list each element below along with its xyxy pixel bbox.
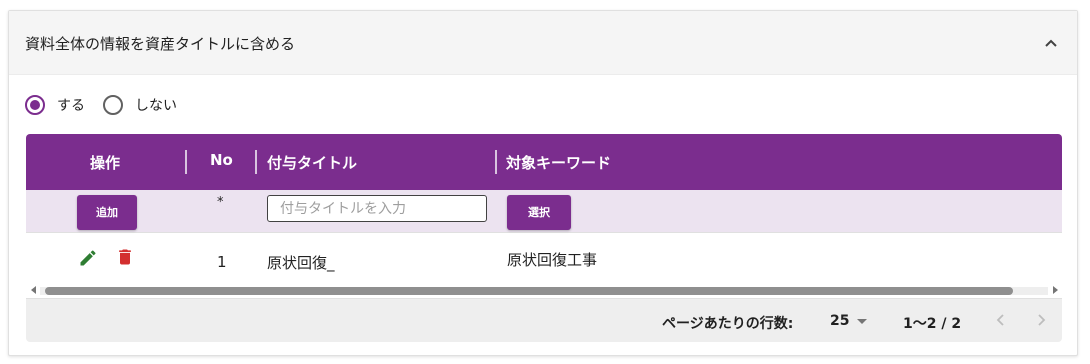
row-number: 1	[217, 253, 227, 271]
radio-option-yes[interactable]: する	[25, 95, 85, 115]
radio-unchecked-icon[interactable]	[103, 95, 123, 115]
rows-per-page-label: ページあたりの行数:	[662, 316, 794, 332]
column-header-title: 付与タイトル	[267, 154, 358, 172]
radio-checked-icon[interactable]	[25, 95, 45, 115]
scroll-left-arrow-icon[interactable]	[31, 286, 36, 294]
panel-title: 資料全体の情報を資産タイトルに含める	[25, 35, 296, 53]
table-header: 操作 No 付与タイトル 対象キーワード	[26, 134, 1062, 190]
column-divider[interactable]	[185, 150, 187, 174]
delete-icon[interactable]	[115, 247, 135, 267]
settings-panel: 資料全体の情報を資産タイトルに含める する しない 操作 No 付与タイトル 対…	[8, 10, 1078, 356]
radio-option-no[interactable]: しない	[103, 95, 177, 115]
panel-header[interactable]: 資料全体の情報を資産タイトルに含める	[9, 11, 1077, 75]
chevron-up-icon[interactable]	[1043, 35, 1059, 51]
scroll-thumb[interactable]	[45, 287, 1013, 295]
scroll-right-arrow-icon[interactable]	[1053, 286, 1058, 294]
column-divider[interactable]	[255, 150, 257, 174]
next-page-icon[interactable]	[1032, 311, 1050, 329]
pagination-range: 1〜2 / 2	[903, 316, 962, 332]
edit-icon[interactable]	[78, 248, 98, 268]
radio-label-no: しない	[135, 98, 177, 114]
title-rules-table: 操作 No 付与タイトル 対象キーワード 追加 * 選択 1 原状回復_ 原状回…	[26, 134, 1062, 342]
column-divider[interactable]	[495, 150, 497, 174]
dropdown-caret-icon	[857, 318, 868, 324]
column-header-no: No	[210, 151, 233, 169]
horizontal-scrollbar[interactable]	[26, 284, 1062, 298]
new-entry-row: 追加 * 選択	[26, 190, 1062, 233]
new-row-marker: *	[217, 195, 224, 210]
select-keyword-button[interactable]: 選択	[507, 195, 571, 230]
row-title: 原状回復_	[267, 254, 335, 272]
previous-page-icon[interactable]	[992, 311, 1010, 329]
rows-per-page-select[interactable]: 25	[830, 313, 868, 329]
include-info-radio-group: する しない	[25, 93, 195, 117]
rows-per-page-value: 25	[830, 313, 850, 329]
row-keyword: 原状回復工事	[507, 251, 598, 269]
add-button[interactable]: 追加	[77, 195, 137, 230]
pagination-bar: ページあたりの行数: 25 1〜2 / 2	[26, 298, 1062, 342]
column-header-actions: 操作	[90, 154, 121, 172]
table-row: 1 原状回復_ 原状回復工事	[26, 233, 1062, 281]
title-input[interactable]	[267, 195, 487, 222]
radio-label-yes: する	[57, 98, 85, 114]
column-header-keyword: 対象キーワード	[506, 154, 612, 172]
